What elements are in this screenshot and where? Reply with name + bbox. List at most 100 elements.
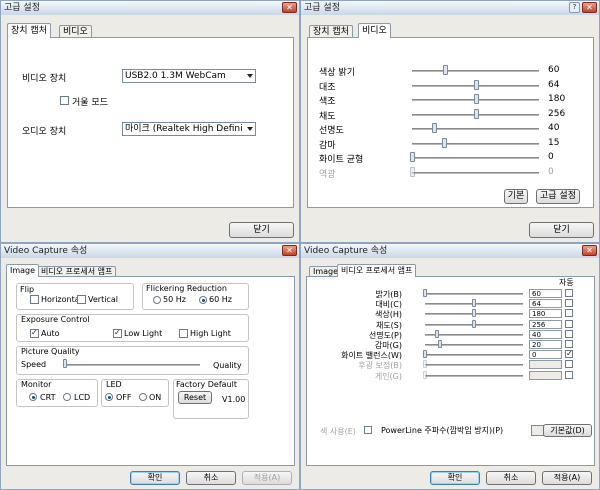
procamp-auto-checkbox[interactable] (565, 319, 573, 328)
apply-button[interactable]: 적용(A) (242, 471, 292, 485)
slider-value: 40 (548, 123, 560, 133)
procamp-slider-track[interactable] (425, 364, 523, 367)
led-off-radio[interactable] (105, 393, 113, 401)
slider-value: 256 (548, 108, 566, 119)
procamp-slider-thumb[interactable] (472, 319, 476, 328)
close-button[interactable]: 닫기 (229, 222, 294, 238)
procamp-slider-track[interactable] (425, 354, 523, 357)
slider-thumb[interactable] (473, 94, 479, 104)
slider-value: 64 (548, 79, 560, 90)
hz50-radio[interactable] (153, 296, 161, 304)
quality-group-label: Picture Quality (21, 347, 80, 356)
advanced-settings-button[interactable]: 고급 설정 (536, 189, 580, 204)
slider-thumb[interactable] (473, 108, 479, 119)
procamp-auto-checkbox[interactable] (565, 309, 573, 318)
slider-thumb[interactable] (431, 123, 437, 133)
procamp-slider-thumb[interactable] (423, 370, 427, 379)
procamp-value-field[interactable]: 256 (529, 319, 562, 329)
quality-slider-thumb[interactable] (63, 359, 67, 368)
close-icon[interactable]: ✕ (582, 2, 597, 13)
default-button[interactable]: 기본값(D) (543, 424, 592, 437)
title-bar: Video Capture 속성 ✕ (301, 244, 599, 258)
procamp-auto-checkbox[interactable] (565, 370, 573, 379)
ok-button[interactable]: 확인 (430, 471, 480, 485)
procamp-value-field[interactable]: 64 (529, 299, 562, 309)
procamp-auto-checkbox[interactable] (565, 329, 573, 338)
slider-track[interactable] (412, 70, 539, 72)
led-label: LED (106, 380, 122, 389)
reset-button[interactable]: Reset (178, 391, 212, 404)
lcd-radio[interactable] (63, 393, 71, 401)
video-device-label: 비디오 장치 (22, 74, 67, 84)
tab-video[interactable]: 비디오 (358, 23, 391, 38)
procamp-value-field[interactable]: 180 (529, 309, 562, 319)
procamp-auto-checkbox[interactable] (565, 360, 573, 369)
hz60-radio[interactable] (199, 296, 207, 304)
led-on-label: ON (149, 393, 162, 402)
slider-track[interactable] (412, 142, 539, 145)
monitor-label: Monitor (21, 380, 52, 389)
procamp-value-field[interactable] (529, 370, 562, 380)
ok-button[interactable]: 확인 (130, 471, 180, 485)
procamp-slider-thumb[interactable] (423, 289, 427, 297)
video-device-select[interactable]: USB2.0 1.3M WebCam (122, 69, 256, 83)
procamp-value-field[interactable]: 40 (529, 329, 562, 339)
color-enable-checkbox[interactable] (364, 426, 372, 434)
apply-button[interactable]: 적용(A) (542, 471, 592, 485)
close-icon[interactable]: ✕ (582, 245, 597, 256)
default-button[interactable]: 기본 (504, 189, 528, 204)
slider-track[interactable] (412, 157, 539, 159)
procamp-value-field[interactable]: 60 (529, 289, 562, 298)
tab-video-proc-amp[interactable]: 비디오 프로세서 앰프 (337, 264, 417, 277)
hz60-label: 60 Hz (209, 295, 232, 304)
auto-checkbox[interactable] (30, 328, 39, 338)
procamp-value-field[interactable]: 0 (529, 350, 562, 360)
slider-label: 색조 (319, 97, 336, 107)
slider-thumb[interactable] (473, 79, 479, 90)
vertical-checkbox[interactable] (77, 295, 86, 304)
audio-device-select[interactable]: 마이크 (Realtek High Defini (122, 122, 256, 136)
quality-slider[interactable] (64, 364, 200, 366)
procamp-value-field[interactable]: 20 (529, 340, 562, 349)
slider-thumb[interactable] (441, 137, 447, 148)
flicker-label: Flickering Reduction (146, 284, 227, 293)
procamp-slider-track[interactable] (425, 374, 523, 377)
led-on-radio[interactable] (139, 393, 147, 401)
slider-label: 역광 (319, 169, 336, 180)
procamp-slider-thumb[interactable] (472, 299, 476, 308)
procamp-slider-thumb[interactable] (423, 350, 427, 359)
procamp-slider-thumb[interactable] (423, 360, 427, 369)
close-icon[interactable]: ✕ (282, 245, 297, 256)
procamp-auto-checkbox[interactable] (565, 349, 573, 359)
procamp-auto-checkbox[interactable] (565, 289, 573, 297)
procamp-slider-track[interactable] (425, 293, 523, 295)
low-light-checkbox[interactable] (113, 328, 122, 338)
slider-thumb[interactable] (443, 65, 449, 75)
slider-track[interactable] (412, 171, 539, 174)
procamp-slider-thumb[interactable] (434, 329, 439, 338)
procamp-auto-checkbox[interactable] (565, 299, 573, 308)
slider-value: 0 (548, 152, 554, 162)
video-capture-properties-procamp: Video Capture 속성 ✕ Image 비디오 프로세서 앰프 자동 … (300, 243, 600, 490)
help-icon[interactable]: ? (569, 2, 580, 13)
tab-image[interactable]: Image (6, 264, 40, 277)
tab-device-capture[interactable]: 장치 캡처 (7, 23, 51, 38)
high-light-checkbox[interactable] (179, 329, 188, 338)
slider-thumb[interactable] (410, 166, 415, 177)
procamp-slider-thumb[interactable] (472, 309, 476, 318)
crt-radio[interactable] (29, 393, 37, 401)
procamp-slider-thumb[interactable] (437, 340, 442, 348)
procamp-slider-track[interactable] (425, 333, 523, 336)
close-icon[interactable]: ✕ (282, 2, 297, 13)
title-bar: 고급 설정 ? ✕ (301, 1, 599, 15)
slider-thumb[interactable] (410, 152, 415, 162)
horizontal-checkbox[interactable] (30, 295, 39, 304)
procamp-value-field[interactable] (529, 360, 562, 370)
mirror-checkbox[interactable] (60, 96, 69, 105)
cancel-button[interactable]: 취소 (486, 471, 536, 485)
procamp-auto-checkbox[interactable] (565, 340, 573, 348)
video-capture-properties-image: Video Capture 속성 ✕ Image 비디오 프로세서 앰프 Fli… (0, 243, 300, 490)
close-button[interactable]: 닫기 (529, 222, 594, 238)
cancel-button[interactable]: 취소 (186, 471, 236, 485)
slider-label: 감마 (319, 140, 336, 151)
